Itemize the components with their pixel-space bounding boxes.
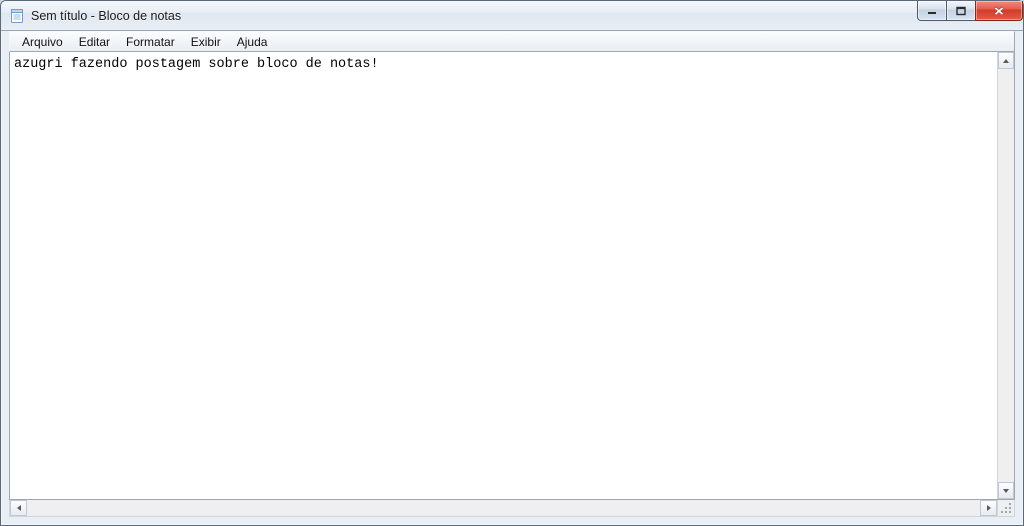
scroll-up-button[interactable] (998, 52, 1014, 69)
maximize-button[interactable] (946, 1, 976, 21)
maximize-icon (955, 6, 967, 16)
text-editor[interactable]: azugri fazendo postagem sobre bloco de n… (10, 52, 997, 499)
minimize-icon (926, 6, 938, 16)
chevron-left-icon (15, 504, 23, 512)
menu-help[interactable]: Ajuda (229, 33, 276, 51)
menu-edit[interactable]: Editar (71, 33, 118, 51)
menu-bar: Arquivo Editar Formatar Exibir Ajuda (9, 31, 1015, 52)
scroll-left-button[interactable] (10, 500, 27, 516)
close-icon (993, 6, 1005, 16)
notepad-window: Sem título - Bloco de notas (0, 0, 1024, 526)
window-resize-edge[interactable] (1, 517, 1023, 525)
scroll-track-vertical[interactable] (998, 69, 1014, 482)
scroll-down-button[interactable] (998, 482, 1014, 499)
editor-area: azugri fazendo postagem sobre bloco de n… (9, 52, 1015, 500)
scroll-right-button[interactable] (980, 500, 997, 516)
horizontal-scrollbar[interactable] (9, 500, 998, 517)
resize-grip[interactable] (998, 500, 1015, 517)
chevron-up-icon (1002, 57, 1010, 65)
close-button[interactable] (975, 1, 1023, 21)
chevron-down-icon (1002, 487, 1010, 495)
vertical-scrollbar[interactable] (997, 52, 1014, 499)
menu-view[interactable]: Exibir (183, 33, 229, 51)
scroll-track-horizontal[interactable] (27, 500, 980, 516)
bottom-bar (9, 500, 1015, 517)
menu-file[interactable]: Arquivo (14, 33, 71, 51)
window-title: Sem título - Bloco de notas (31, 9, 181, 23)
window-buttons (918, 1, 1023, 21)
chevron-right-icon (985, 504, 993, 512)
title-bar[interactable]: Sem título - Bloco de notas (1, 1, 1023, 31)
menu-format[interactable]: Formatar (118, 33, 183, 51)
minimize-button[interactable] (917, 1, 947, 21)
notepad-icon (9, 8, 25, 24)
